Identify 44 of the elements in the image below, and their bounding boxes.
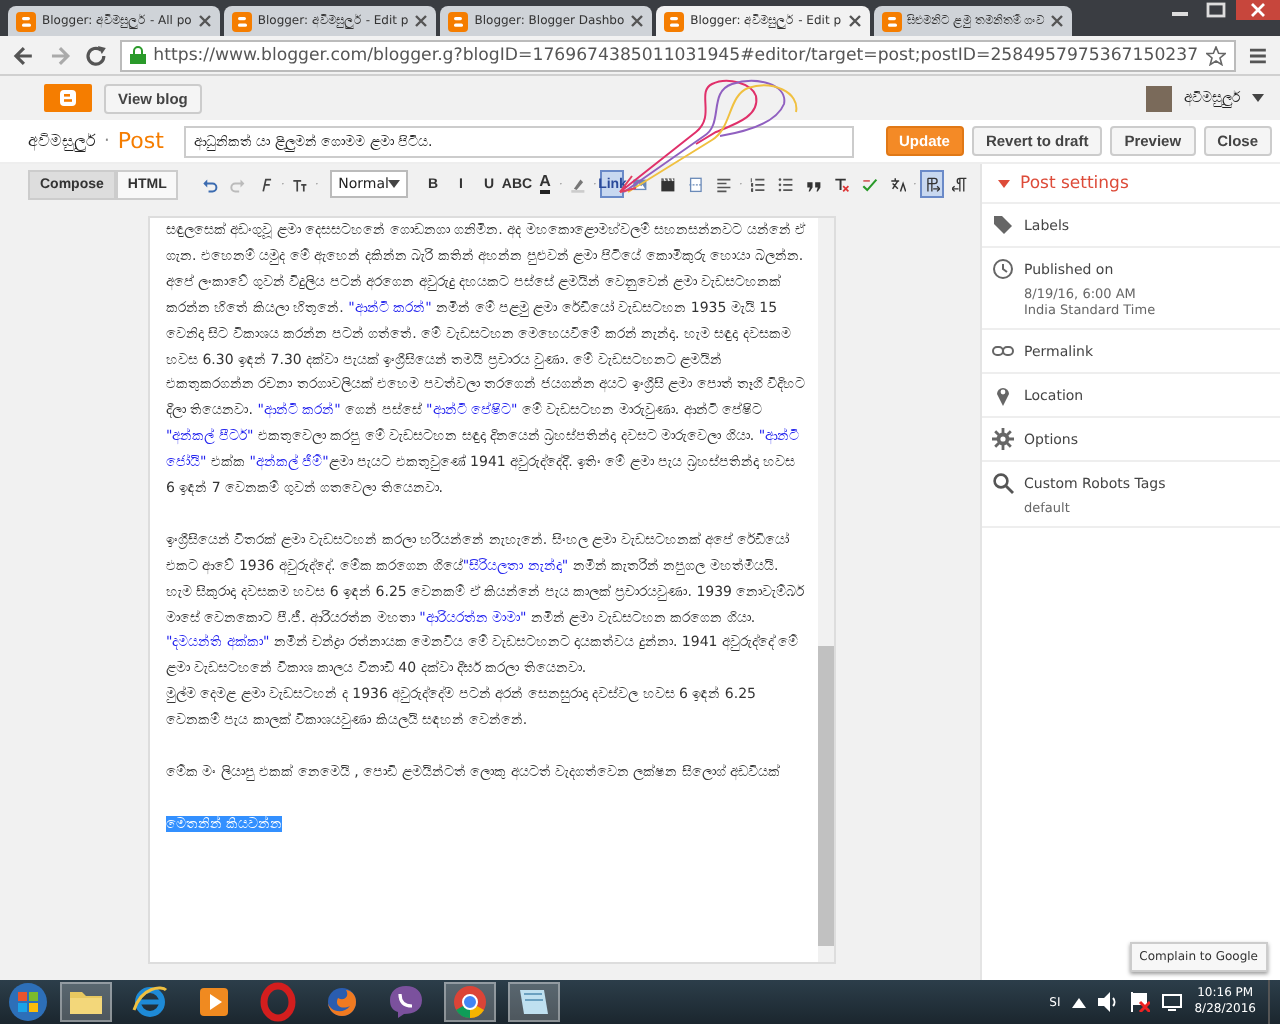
blogger-icon [16, 11, 36, 31]
close-icon[interactable] [197, 14, 212, 28]
close-icon[interactable] [414, 14, 429, 28]
post-settings-title[interactable]: Post settings [1020, 173, 1129, 193]
scrollbar[interactable] [818, 218, 834, 962]
location-pin-icon [992, 384, 1014, 406]
taskbar-button[interactable] [444, 982, 496, 1022]
media-player-icon [194, 982, 234, 1022]
gear-icon [992, 428, 1014, 450]
firefox-icon [322, 982, 362, 1022]
address-bar[interactable]: https://www.blogger.com/blogger.g?blogID=1769674385011031945#editor/target=post;postID=2584957975367150237 [119, 39, 1237, 71]
link-icon [992, 340, 1014, 362]
close-icon[interactable] [847, 14, 862, 28]
blogger-icon [231, 11, 252, 31]
close-icon[interactable] [630, 14, 645, 28]
chrome-icon [450, 982, 490, 1022]
menu-icon[interactable] [1248, 45, 1268, 65]
blogger-icon [664, 11, 685, 31]
blogger-logo[interactable] [44, 84, 92, 112]
text-color-button[interactable]: A [532, 170, 557, 198]
flag-icon[interactable] [1130, 992, 1151, 1012]
separator-dot: · [104, 131, 110, 151]
blogger-icon [448, 11, 469, 31]
lock-icon [129, 46, 146, 64]
clock-icon [992, 258, 1014, 280]
editor-panel[interactable] [148, 216, 836, 964]
tray-arrow-icon[interactable] [1072, 997, 1087, 1007]
close-icon[interactable] [1236, 0, 1280, 20]
start-button-icon[interactable] [8, 982, 48, 1022]
close-icon[interactable] [1050, 14, 1065, 28]
star-icon[interactable] [1206, 45, 1227, 65]
section-title: Post [117, 128, 164, 154]
avatar-placeholder[interactable] [1146, 85, 1172, 111]
reload-icon[interactable] [83, 43, 108, 67]
monitor-icon[interactable] [1162, 992, 1183, 1012]
blogger-icon [881, 11, 902, 31]
blog-name: අවිමසුලුර් [28, 131, 96, 151]
browser-e-icon [130, 982, 170, 1022]
phone-bubble-icon [386, 982, 426, 1022]
search-icon [992, 472, 1014, 494]
speaker-icon[interactable] [1098, 992, 1119, 1012]
tag-icon [992, 214, 1014, 236]
opera-icon [258, 982, 298, 1022]
back-icon[interactable] [12, 43, 36, 67]
